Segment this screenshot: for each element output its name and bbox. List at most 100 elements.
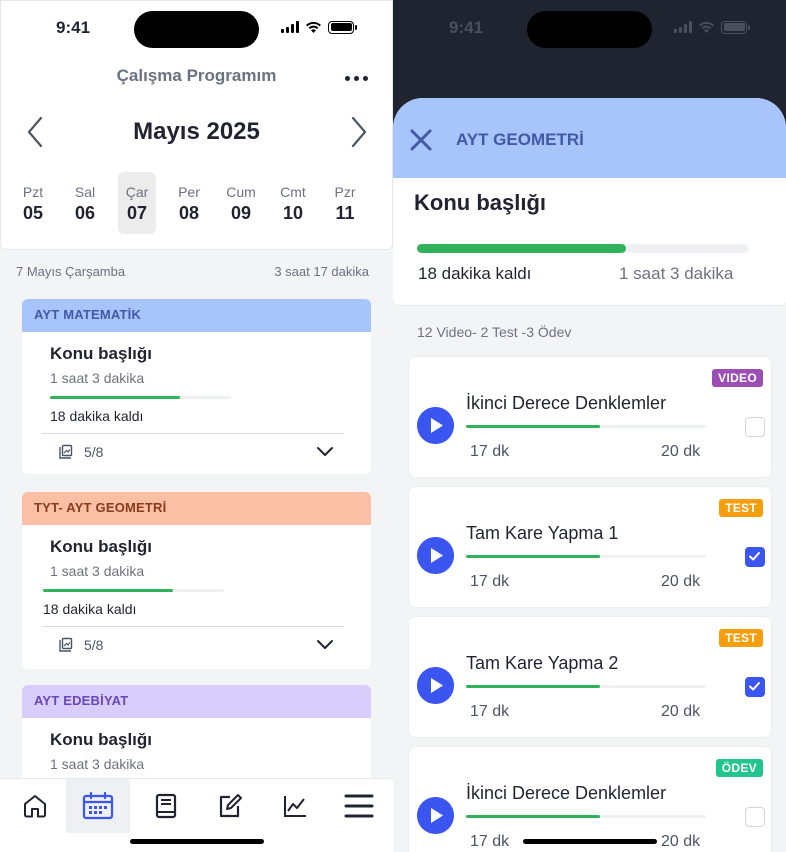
chart-icon bbox=[284, 796, 306, 817]
card-footer: 5/8 bbox=[58, 627, 371, 663]
time-remaining: 18 dakika kaldı bbox=[418, 264, 532, 283]
wifi-icon bbox=[699, 21, 714, 33]
tab-menu[interactable] bbox=[327, 779, 391, 833]
status-time: 9:41 bbox=[56, 18, 91, 37]
sheet-header: AYT GEOMETRİ bbox=[393, 98, 786, 180]
topic-duration: 1 saat 3 dakika bbox=[50, 563, 145, 579]
completion-checkbox[interactable] bbox=[745, 417, 765, 437]
total-study-time: 3 saat 17 dakika bbox=[274, 264, 369, 279]
status-bar: 9:41 bbox=[393, 0, 786, 56]
topic-title: Konu başlığı bbox=[50, 537, 152, 556]
day-çar[interactable]: Çar 07 bbox=[118, 172, 156, 234]
next-month-button[interactable] bbox=[342, 114, 372, 150]
total-length: 20 dk bbox=[661, 573, 701, 590]
progress-fill bbox=[466, 685, 601, 688]
more-options-button[interactable] bbox=[338, 68, 374, 88]
play-icon[interactable] bbox=[417, 537, 454, 574]
progress-fill bbox=[466, 425, 601, 428]
chevron-down-icon[interactable] bbox=[316, 639, 334, 651]
schedule-screen: 9:41 Çalışma Programım Mayıs 2025 Pzt 05 S… bbox=[0, 0, 393, 852]
content-title: Tam Kare Yapma 2 bbox=[466, 653, 619, 673]
tab-stats[interactable] bbox=[263, 779, 327, 833]
completion-checkbox[interactable] bbox=[745, 677, 765, 697]
tab-books[interactable] bbox=[134, 779, 198, 833]
selected-date: 7 Mayıs Çarşamba bbox=[16, 264, 126, 279]
tab-home[interactable] bbox=[3, 779, 67, 833]
tab-notes[interactable] bbox=[198, 779, 262, 833]
day-number: 09 bbox=[230, 203, 252, 223]
subject-card[interactable]: TYT- AYT GEOMETRİ Konu başlığı 1 saat 3 … bbox=[22, 492, 371, 669]
total-length: 20 dk bbox=[661, 443, 701, 460]
home-indicator bbox=[523, 839, 657, 844]
status-bar: 9:41 bbox=[0, 0, 393, 56]
content-progress-bar bbox=[466, 555, 706, 558]
topic-summary-card: Konu başlığı 18 dakika kaldı 1 saat 3 da… bbox=[393, 178, 786, 306]
topic-duration: 1 saat 3 dakika bbox=[50, 756, 145, 772]
watched-duration: 17 dk bbox=[470, 833, 510, 850]
day-name: Cum bbox=[226, 184, 256, 200]
subject-header: AYT MATEMATİK bbox=[22, 299, 371, 332]
tab-calendar[interactable] bbox=[66, 779, 130, 833]
time-remaining: 18 dakika kaldı bbox=[43, 601, 137, 617]
menu-icon bbox=[344, 794, 374, 818]
card-footer: 5/8 bbox=[58, 434, 371, 470]
content-type-badge: VIDEO bbox=[712, 369, 763, 387]
home-icon bbox=[24, 795, 46, 818]
progress-fill bbox=[466, 555, 601, 558]
day-name: Sal bbox=[74, 184, 96, 200]
day-number: 06 bbox=[74, 203, 96, 223]
topic-title: Konu başlığı bbox=[50, 344, 152, 363]
battery-icon bbox=[328, 20, 357, 34]
page-title: Çalışma Programım bbox=[116, 66, 277, 85]
dynamic-island bbox=[527, 11, 652, 48]
play-icon[interactable] bbox=[417, 407, 454, 444]
play-icon[interactable] bbox=[417, 667, 454, 704]
watched-duration: 17 dk bbox=[470, 703, 510, 720]
progress-fill bbox=[417, 244, 627, 253]
day-number: 08 bbox=[178, 203, 200, 223]
progress-fill bbox=[466, 815, 601, 818]
topic-progress-bar bbox=[417, 244, 749, 253]
day-name: Pzt bbox=[22, 184, 44, 200]
content-item[interactable]: VIDEO İkinci Derece Denklemler 17 dk 20 dk bbox=[408, 356, 772, 478]
play-icon[interactable] bbox=[417, 797, 454, 834]
topic-title: Konu başlığı bbox=[50, 730, 152, 749]
topic-detail-screen: 9:41 AYT GEOMETRİ Konu başlığı 18 dakika… bbox=[393, 0, 786, 852]
calendar-icon bbox=[82, 791, 114, 820]
content-item[interactable]: ÖDEV İkinci Derece Denklemler 17 dk 20 dk bbox=[408, 746, 772, 852]
day-pzr[interactable]: Pzr 11 bbox=[326, 172, 364, 234]
check-icon bbox=[749, 552, 760, 561]
week-day-strip: Pzt 05 Sal 06 Çar 07 Per 08 Cum 09 Cmt 10 Pzr 11 bbox=[14, 172, 364, 234]
content-item[interactable]: TEST Tam Kare Yapma 1 17 dk 20 dk bbox=[408, 486, 772, 608]
close-icon[interactable] bbox=[407, 126, 435, 154]
edit-icon bbox=[219, 794, 242, 818]
content-progress-bar bbox=[466, 815, 706, 818]
day-per[interactable]: Per 08 bbox=[170, 172, 208, 234]
content-count: 5/8 bbox=[84, 637, 104, 653]
day-cum[interactable]: Cum 09 bbox=[222, 172, 260, 234]
book-icon bbox=[155, 793, 177, 819]
subject-card[interactable]: AYT MATEMATİK Konu başlığı 1 saat 3 daki… bbox=[22, 299, 371, 474]
day-cmt[interactable]: Cmt 10 bbox=[274, 172, 312, 234]
dynamic-island bbox=[134, 11, 259, 48]
content-item[interactable]: TEST Tam Kare Yapma 2 17 dk 20 dk bbox=[408, 616, 772, 738]
chevron-down-icon[interactable] bbox=[316, 446, 334, 458]
progress-bar bbox=[50, 396, 231, 399]
bottom-sheet: AYT GEOMETRİ Konu başlığı 18 dakika kald… bbox=[393, 98, 786, 852]
content-progress-bar bbox=[466, 425, 706, 428]
completion-checkbox[interactable] bbox=[745, 807, 765, 827]
day-sal[interactable]: Sal 06 bbox=[66, 172, 104, 234]
topic-title: Konu başlığı bbox=[414, 190, 546, 215]
content-title: Tam Kare Yapma 1 bbox=[466, 523, 619, 543]
subject-header: AYT EDEBİYAT bbox=[22, 685, 371, 718]
progress-fill bbox=[43, 589, 174, 592]
total-length: 20 dk bbox=[661, 833, 701, 850]
day-number: 07 bbox=[126, 203, 148, 223]
status-icons bbox=[674, 20, 750, 34]
time-remaining: 18 dakika kaldı bbox=[50, 408, 144, 424]
day-number: 05 bbox=[22, 203, 44, 223]
day-pzt[interactable]: Pzt 05 bbox=[14, 172, 52, 234]
day-name: Per bbox=[178, 184, 200, 200]
status-icons bbox=[281, 20, 357, 34]
completion-checkbox[interactable] bbox=[745, 547, 765, 567]
